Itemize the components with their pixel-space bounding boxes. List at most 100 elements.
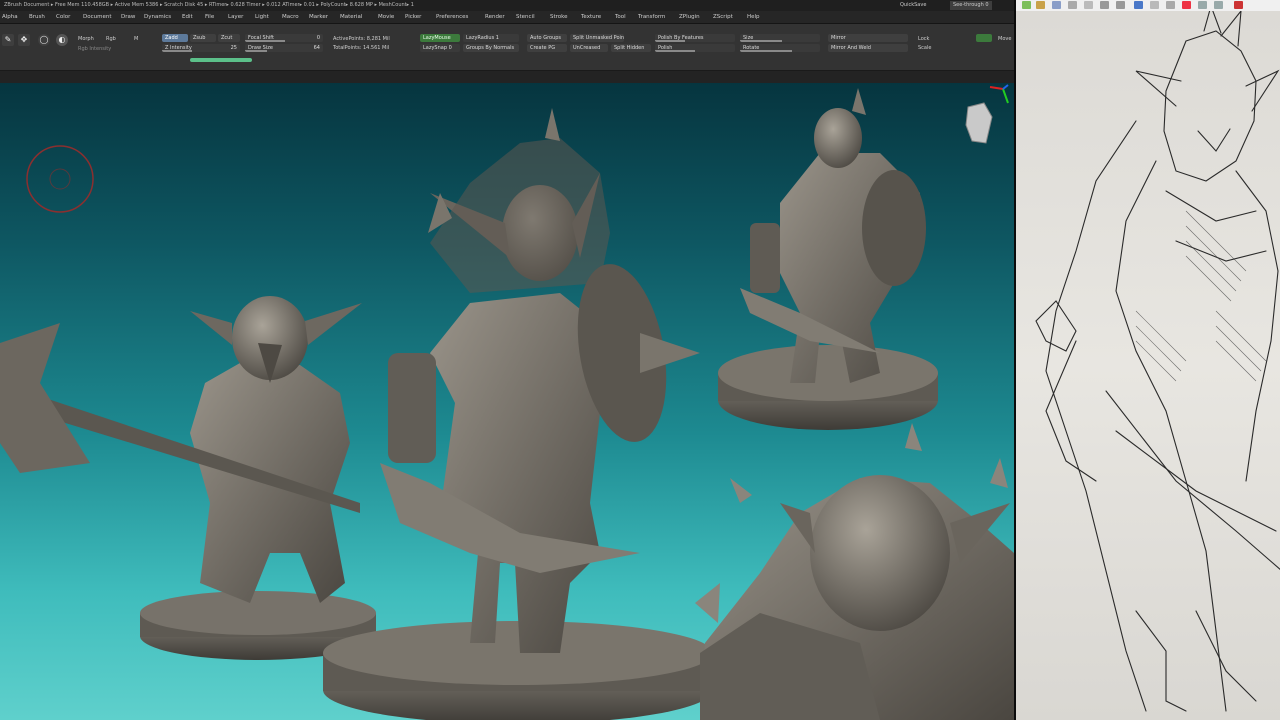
goblin-left-figure [0,296,362,603]
menu-draw[interactable]: Draw [121,11,135,23]
menu-color[interactable]: Color [56,11,70,23]
zadd-button[interactable]: Zadd [162,34,188,42]
rgb-intensity-label: Rgb Intensity [78,46,112,52]
focal-shift-slider[interactable]: Focal Shift 0 [245,34,323,42]
menu-movie[interactable]: Movie [378,11,394,23]
active-points-readout: ActivePoints: 8,281 Mil [333,36,390,42]
crop-icon[interactable] [1150,1,1159,9]
groups-by-normals-button[interactable]: Groups By Normals [463,44,519,52]
split-hidden-button[interactable]: Split Hidden [611,44,651,52]
rotate-left-icon[interactable] [1100,1,1109,9]
print-icon[interactable] [1068,1,1077,9]
lazy-radius-slider[interactable]: LazyRadius 1 [463,34,519,42]
auto-groups-button[interactable]: Auto Groups [527,34,567,42]
goblin-bust [695,423,1014,720]
draw-size-value: 64 [313,45,320,51]
mirror-and-weld-button[interactable]: Mirror And Weld [828,44,908,52]
rotate-icon[interactable]: ◐ [56,34,68,46]
progress-bar [190,58,252,62]
rgb-label[interactable]: Rgb [106,36,116,42]
menu-marker[interactable]: Marker [309,11,328,23]
goblin-topright-figure [740,88,926,383]
close-icon[interactable] [1234,1,1243,9]
move-icon[interactable]: ✥ [18,34,30,46]
canvas-header-strip [0,71,1014,83]
scale-icon[interactable]: ◯ [38,34,50,46]
folder-icon[interactable] [1036,1,1045,9]
lock-label[interactable]: Lock [918,36,929,42]
settings-icon[interactable] [1166,1,1175,9]
viewport-canvas[interactable] [0,83,1014,720]
morph-label[interactable]: Morph [78,36,94,42]
menu-dynamics[interactable]: Dynamics [144,11,171,23]
menu-stroke[interactable]: Stroke [550,11,568,23]
menu-render[interactable]: Render [485,11,505,23]
open-icon[interactable] [1022,1,1031,9]
z-intensity-slider[interactable]: Z Intensity 25 [162,44,240,52]
menu-document[interactable]: Document [83,11,112,23]
zbrush-window: ZBrush Document ▸ Free Mem 110.458GB ▸ A… [0,0,1014,720]
rotate-slider[interactable]: Rotate [740,44,820,52]
head-navigator-icon [965,102,993,144]
lazy-snap-label: LazySnap 0 [423,45,452,51]
status-indicator[interactable] [976,34,992,42]
scale-label[interactable]: Scale [918,45,931,51]
mirror-button[interactable]: Mirror [828,34,908,42]
menu-layer[interactable]: Layer [228,11,243,23]
axis-gizmo-icon [989,84,1009,104]
z-intensity-value: 25 [230,45,237,51]
top-shelf: ✎ ✥ ◯ ◐ Morph Rgb M Zadd Zsub Zcut Focal… [0,24,1014,71]
prev-icon[interactable] [1198,1,1207,9]
m-label[interactable]: M [134,36,138,42]
menu-zscript[interactable]: ZScript [713,11,733,23]
info-icon[interactable] [1134,1,1143,9]
menu-macro[interactable]: Macro [282,11,299,23]
menu-transform[interactable]: Transform [638,11,665,23]
menu-edit[interactable]: Edit [182,11,193,23]
quicksave-button[interactable]: QuickSave [900,1,926,10]
lazy-snap-slider[interactable]: LazySnap 0 [420,44,460,52]
sketch-lines [1035,4,1280,712]
lazy-mouse-button[interactable]: LazyMouse [420,34,460,42]
goblin-center-figure [380,108,700,653]
next-icon[interactable] [1214,1,1223,9]
menu-help[interactable]: Help [747,11,760,23]
menu-file[interactable]: File [205,11,214,23]
menu-bar: Alpha Brush Color Document Draw Dynamics Edit F… [0,11,1014,24]
menu-light[interactable]: Light [255,11,269,23]
menu-zplugin[interactable]: ZPlugin [679,11,700,23]
brush-cursor-icon [26,145,94,213]
menu-brush[interactable]: Brush [29,11,45,23]
reference-image-window [1014,0,1280,720]
edit-icon[interactable]: ✎ [2,34,14,46]
menu-texture[interactable]: Texture [581,11,601,23]
title-text: ZBrush Document ▸ Free Mem 110.458GB ▸ A… [4,2,414,8]
see-through-slider[interactable]: See-through 0 [950,1,992,10]
menu-preferences[interactable]: Preferences [436,11,468,23]
menu-alpha[interactable]: Alpha [2,11,18,23]
save-icon[interactable] [1052,1,1061,9]
sculpt-render [0,84,1014,720]
title-bar: ZBrush Document ▸ Free Mem 110.458GB ▸ A… [0,0,1014,11]
total-points-readout: TotalPoints: 14.561 Mil [333,45,390,51]
create-pg-button[interactable]: Create PG [527,44,567,52]
split-unmasked-button[interactable]: Split Unmasked Points [570,34,624,42]
polish-features-slider[interactable]: Polish By Features [655,34,735,42]
size-slider[interactable]: Size [740,34,820,42]
lazy-radius-label: LazyRadius 1 [466,35,499,41]
menu-stencil[interactable]: Stencil [516,11,535,23]
draw-size-slider[interactable]: Draw Size 64 [245,44,323,52]
menu-picker[interactable]: Picker [405,11,421,23]
goblin-sketch-image [1016,4,1280,720]
move-label[interactable]: Move [998,36,1011,42]
delete-icon[interactable] [1182,1,1191,9]
uncreased-button[interactable]: UnCreased [570,44,608,52]
menu-material[interactable]: Material [340,11,362,23]
screen: ZBrush Document ▸ Free Mem 110.458GB ▸ A… [0,0,1280,720]
rotate-right-icon[interactable] [1116,1,1125,9]
menu-tool[interactable]: Tool [615,11,626,23]
zoom-icon[interactable] [1084,1,1093,9]
zsub-button[interactable]: Zsub [190,34,216,42]
zcut-button[interactable]: Zcut [218,34,240,42]
polish-slider[interactable]: Polish [655,44,735,52]
